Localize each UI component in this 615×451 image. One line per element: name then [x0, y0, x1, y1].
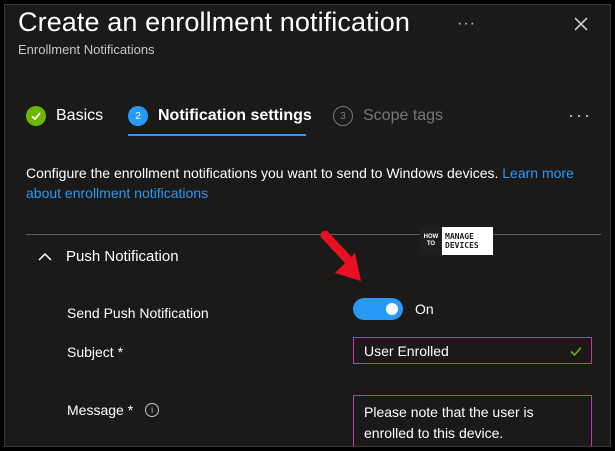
chevron-up-icon [38, 252, 52, 261]
logo-left: HOW TO [420, 227, 442, 255]
send-push-toggle[interactable] [353, 298, 403, 320]
step-number-badge: 3 [333, 106, 353, 126]
watermark-logo: HOW TO MANAGE DEVICES [420, 227, 493, 255]
close-icon [574, 17, 588, 31]
wizard-steps: Basics 2 Notification settings 3 Scope t… [5, 101, 610, 141]
arrow-annotation-icon [320, 231, 361, 281]
tab-scope-tags[interactable]: 3 Scope tags [333, 101, 443, 131]
info-icon[interactable]: i [145, 403, 160, 417]
steps-overflow-button[interactable]: ··· [568, 105, 592, 126]
tab-notification-settings-label: Notification settings [158, 107, 312, 124]
send-push-label: Send Push Notification [67, 305, 209, 321]
close-button[interactable] [572, 15, 590, 33]
step-number-badge: 2 [128, 106, 148, 126]
active-tab-indicator [128, 134, 306, 136]
message-label-row: Message * i [67, 402, 160, 418]
page-subtitle: Enrollment Notifications [18, 42, 155, 57]
tab-scope-tags-label: Scope tags [363, 107, 444, 124]
description-text: Configure the enrollment notifications y… [26, 163, 586, 203]
tab-notification-settings[interactable]: 2 Notification settings [128, 101, 312, 131]
toggle-state-label: On [415, 301, 434, 317]
checkmark-icon [26, 106, 46, 126]
logo-text: TO [426, 241, 436, 247]
push-notification-section-toggle[interactable]: Push Notification [38, 248, 179, 265]
subject-label: Subject * [67, 344, 124, 360]
logo-text: DEVICES [445, 241, 479, 250]
logo-text: MANAGE [445, 232, 474, 241]
page-title: Create an enrollment notification [18, 7, 411, 37]
subject-input[interactable]: User Enrolled [353, 337, 592, 364]
logo-text: HOW [423, 234, 439, 240]
valid-check-icon [570, 346, 582, 357]
section-title: Push Notification [66, 248, 179, 265]
blade-panel: Create an enrollment notification Enroll… [4, 4, 611, 447]
subject-value: User Enrolled [364, 342, 449, 359]
toggle-knob [386, 303, 398, 315]
message-textarea[interactable]: Please note that the user is enrolled to… [353, 395, 592, 446]
message-label: Message * [67, 402, 134, 418]
divider [26, 234, 601, 235]
tab-basics[interactable]: Basics [26, 101, 103, 131]
description-body: Configure the enrollment notifications y… [26, 165, 503, 181]
tab-basics-label: Basics [56, 107, 104, 124]
more-options-button[interactable]: ··· [457, 15, 476, 33]
logo-right: MANAGE DEVICES [442, 232, 493, 250]
